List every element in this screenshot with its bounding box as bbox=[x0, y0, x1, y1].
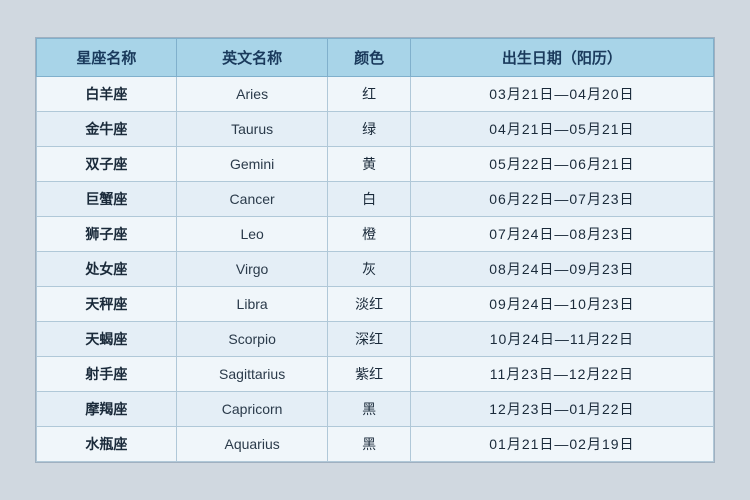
zodiac-table-container: 星座名称 英文名称 颜色 出生日期（阳历） 白羊座Aries红03月21日—04… bbox=[35, 37, 715, 463]
cell-chinese-name: 天蝎座 bbox=[37, 322, 177, 357]
cell-dates: 11月23日—12月22日 bbox=[410, 357, 713, 392]
col-header-color: 颜色 bbox=[328, 39, 410, 77]
cell-english-name: Aries bbox=[176, 77, 328, 112]
col-header-dates: 出生日期（阳历） bbox=[410, 39, 713, 77]
table-body: 白羊座Aries红03月21日—04月20日金牛座Taurus绿04月21日—0… bbox=[37, 77, 714, 462]
cell-color: 白 bbox=[328, 182, 410, 217]
cell-chinese-name: 巨蟹座 bbox=[37, 182, 177, 217]
cell-color: 淡红 bbox=[328, 287, 410, 322]
table-row: 天秤座Libra淡红09月24日—10月23日 bbox=[37, 287, 714, 322]
table-row: 天蝎座Scorpio深红10月24日—11月22日 bbox=[37, 322, 714, 357]
cell-english-name: Capricorn bbox=[176, 392, 328, 427]
col-header-chinese: 星座名称 bbox=[37, 39, 177, 77]
table-row: 处女座Virgo灰08月24日—09月23日 bbox=[37, 252, 714, 287]
cell-chinese-name: 射手座 bbox=[37, 357, 177, 392]
cell-chinese-name: 金牛座 bbox=[37, 112, 177, 147]
cell-english-name: Taurus bbox=[176, 112, 328, 147]
zodiac-table: 星座名称 英文名称 颜色 出生日期（阳历） 白羊座Aries红03月21日—04… bbox=[36, 38, 714, 462]
cell-color: 橙 bbox=[328, 217, 410, 252]
cell-color: 黑 bbox=[328, 427, 410, 462]
cell-color: 黑 bbox=[328, 392, 410, 427]
cell-english-name: Gemini bbox=[176, 147, 328, 182]
table-row: 射手座Sagittarius紫红11月23日—12月22日 bbox=[37, 357, 714, 392]
col-header-english: 英文名称 bbox=[176, 39, 328, 77]
cell-dates: 10月24日—11月22日 bbox=[410, 322, 713, 357]
cell-color: 灰 bbox=[328, 252, 410, 287]
cell-dates: 03月21日—04月20日 bbox=[410, 77, 713, 112]
cell-dates: 06月22日—07月23日 bbox=[410, 182, 713, 217]
cell-chinese-name: 摩羯座 bbox=[37, 392, 177, 427]
cell-chinese-name: 水瓶座 bbox=[37, 427, 177, 462]
cell-english-name: Virgo bbox=[176, 252, 328, 287]
cell-color: 紫红 bbox=[328, 357, 410, 392]
cell-dates: 12月23日—01月22日 bbox=[410, 392, 713, 427]
cell-chinese-name: 白羊座 bbox=[37, 77, 177, 112]
table-row: 金牛座Taurus绿04月21日—05月21日 bbox=[37, 112, 714, 147]
cell-english-name: Libra bbox=[176, 287, 328, 322]
cell-chinese-name: 双子座 bbox=[37, 147, 177, 182]
table-row: 白羊座Aries红03月21日—04月20日 bbox=[37, 77, 714, 112]
cell-dates: 09月24日—10月23日 bbox=[410, 287, 713, 322]
cell-dates: 04月21日—05月21日 bbox=[410, 112, 713, 147]
table-row: 双子座Gemini黄05月22日—06月21日 bbox=[37, 147, 714, 182]
cell-chinese-name: 处女座 bbox=[37, 252, 177, 287]
table-row: 水瓶座Aquarius黑01月21日—02月19日 bbox=[37, 427, 714, 462]
cell-color: 红 bbox=[328, 77, 410, 112]
cell-english-name: Scorpio bbox=[176, 322, 328, 357]
cell-color: 黄 bbox=[328, 147, 410, 182]
cell-color: 深红 bbox=[328, 322, 410, 357]
cell-dates: 07月24日—08月23日 bbox=[410, 217, 713, 252]
table-row: 摩羯座Capricorn黑12月23日—01月22日 bbox=[37, 392, 714, 427]
cell-dates: 08月24日—09月23日 bbox=[410, 252, 713, 287]
cell-dates: 01月21日—02月19日 bbox=[410, 427, 713, 462]
table-row: 巨蟹座Cancer白06月22日—07月23日 bbox=[37, 182, 714, 217]
cell-english-name: Cancer bbox=[176, 182, 328, 217]
table-header-row: 星座名称 英文名称 颜色 出生日期（阳历） bbox=[37, 39, 714, 77]
cell-color: 绿 bbox=[328, 112, 410, 147]
cell-english-name: Sagittarius bbox=[176, 357, 328, 392]
table-row: 狮子座Leo橙07月24日—08月23日 bbox=[37, 217, 714, 252]
cell-dates: 05月22日—06月21日 bbox=[410, 147, 713, 182]
cell-chinese-name: 狮子座 bbox=[37, 217, 177, 252]
cell-english-name: Aquarius bbox=[176, 427, 328, 462]
cell-chinese-name: 天秤座 bbox=[37, 287, 177, 322]
cell-english-name: Leo bbox=[176, 217, 328, 252]
